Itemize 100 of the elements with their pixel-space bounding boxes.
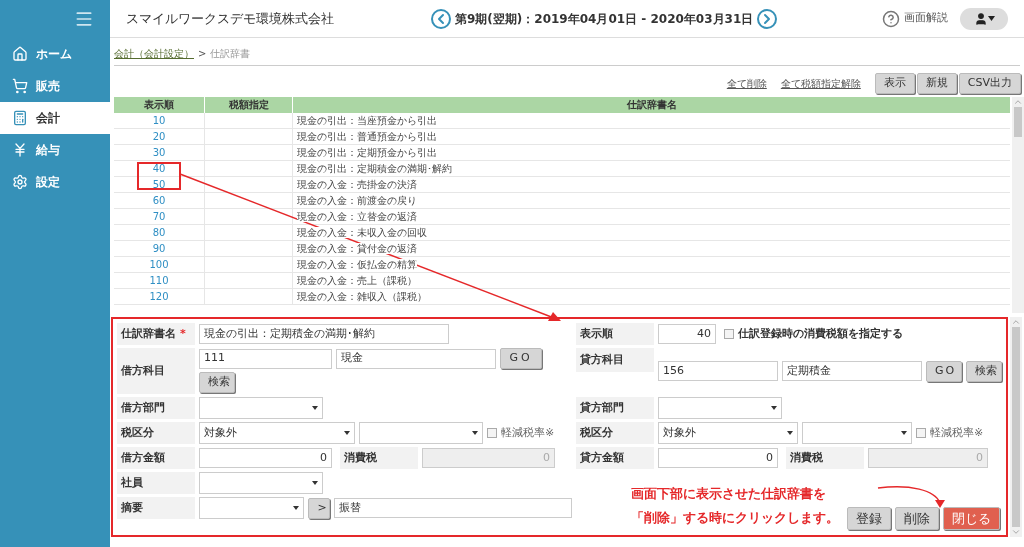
checkbox[interactable] (916, 428, 926, 438)
order-link[interactable]: 80 (114, 225, 204, 240)
table-cell: 現金の入金：仮払金の精算 (297, 259, 417, 270)
field-label: 借方部門 (117, 397, 195, 419)
order-link[interactable]: 40 (114, 161, 204, 176)
user-menu-button[interactable] (960, 7, 1008, 30)
order-link[interactable]: 30 (114, 145, 204, 160)
table-cell: 現金の入金：立替金の返済 (297, 211, 417, 222)
breadcrumb-link[interactable]: 会計（会計設定） (114, 46, 194, 61)
go-button[interactable]: GO (500, 348, 542, 369)
gear-icon (12, 174, 28, 190)
checkbox-label: 仕訳登録時の消費税額を指定する (738, 325, 903, 342)
curved-arrow (877, 486, 945, 508)
calculator-icon (12, 110, 28, 126)
breadcrumb-separator: > (198, 47, 207, 61)
action-button[interactable]: 登録 (847, 507, 891, 530)
input-field[interactable]: 現金 (336, 348, 496, 369)
user-icon (973, 11, 988, 26)
order-link[interactable]: 70 (114, 209, 204, 224)
field-label: 借方科目 (117, 348, 195, 394)
input-field[interactable]: 振替 (334, 498, 572, 518)
field-label: 貸方金額 (576, 447, 654, 469)
input-field[interactable]: 111 (199, 348, 332, 369)
action-button[interactable]: 削除 (895, 507, 939, 530)
order-link[interactable]: 20 (114, 129, 204, 144)
sidebar-item[interactable]: 設定 (0, 166, 110, 198)
dropdown[interactable] (658, 397, 782, 419)
dropdown[interactable]: 対象外 (658, 422, 798, 444)
input-field[interactable]: 156 (658, 361, 778, 381)
order-link[interactable]: 60 (114, 193, 204, 208)
column-header: 税額指定 (204, 97, 292, 113)
input-field[interactable]: 0 (658, 448, 778, 468)
toolbar-link[interactable]: 全て税額指定解除 (780, 75, 861, 91)
input-field[interactable]: 0 (199, 448, 332, 468)
scroll-thumb[interactable] (1012, 327, 1020, 527)
input-field[interactable]: 定期積金 (782, 361, 922, 381)
annotation-text: 「削除」する時にクリックします。 (631, 509, 839, 527)
scroll-thumb[interactable] (1014, 107, 1022, 137)
sidebar-item[interactable]: 販売 (0, 70, 110, 102)
toolbar-button[interactable]: CSV出力 (958, 72, 1021, 94)
scroll-up-icon[interactable] (1013, 97, 1023, 107)
sidebar-item[interactable]: 給与 (0, 134, 110, 166)
dropdown[interactable] (199, 497, 305, 519)
dropdown[interactable] (199, 472, 323, 494)
input-field[interactable]: 40 (658, 324, 716, 344)
column-header: 表示順 (143, 98, 175, 112)
order-link[interactable]: 50 (114, 177, 204, 192)
scroll-up-icon[interactable] (1011, 317, 1021, 327)
home-icon (12, 46, 28, 62)
toolbar-button[interactable]: 表示 (874, 72, 915, 94)
input-field[interactable]: 現金の引出：定期積金の満期･解約 (199, 324, 449, 344)
previous-period-icon[interactable] (431, 8, 451, 29)
sidebar-item[interactable]: ホーム (0, 38, 110, 70)
help-icon[interactable] (882, 9, 900, 28)
dropdown[interactable] (802, 422, 912, 444)
field-label: 借方金額 (117, 447, 195, 469)
scroll-down-icon[interactable] (1011, 527, 1021, 537)
breadcrumb-current: 仕訳辞書 (210, 47, 251, 61)
caret-icon (787, 431, 793, 435)
order-link[interactable]: 100 (114, 257, 204, 272)
highlight-box (137, 162, 181, 190)
yen-icon (12, 142, 28, 158)
dropdown[interactable] (359, 422, 483, 444)
order-link[interactable]: 110 (114, 273, 204, 288)
search-button[interactable]: 検索 (199, 372, 235, 393)
table-cell: 現金の引出：定期積金の満期･解約 (297, 163, 452, 174)
checkbox[interactable] (724, 329, 734, 339)
checkbox[interactable] (487, 428, 497, 438)
field-label: 消費税 (786, 447, 864, 469)
scrollbar[interactable] (1012, 97, 1024, 313)
go-button[interactable]: GO (926, 360, 962, 382)
table-cell: 現金の引出：当座預金から引出 (297, 115, 437, 126)
field-label: 税区分 (576, 422, 654, 444)
next-period-icon[interactable] (757, 8, 778, 29)
table-cell: 現金の入金：未収入金の回収 (297, 227, 427, 238)
toolbar-button[interactable]: 新規 (916, 72, 957, 94)
table-cell: 現金の引出：普通預金から引出 (297, 131, 437, 142)
dropdown[interactable]: 対象外 (199, 422, 355, 444)
order-link[interactable]: 10 (114, 113, 204, 128)
search-button[interactable]: 検索 (966, 360, 1002, 382)
caret-icon (987, 16, 995, 21)
caret-icon (771, 406, 777, 410)
menu-icon[interactable] (74, 9, 94, 29)
order-link[interactable]: 90 (114, 241, 204, 256)
table-cell: 現金の入金：売掛金の決済 (297, 179, 417, 190)
sidebar-item[interactable]: 会計 (0, 102, 110, 134)
help-link[interactable]: 画面解説 (904, 10, 948, 27)
annotation-text: 画面下部に表示させた仕訳辞書を (631, 485, 827, 503)
field-label: 社員 (117, 472, 195, 494)
insert-button[interactable]: > (308, 497, 331, 519)
field-label: 摘要 (117, 497, 195, 519)
field-label: 税区分 (117, 422, 195, 444)
field-label: 仕訳辞書名 * (117, 323, 195, 345)
scrollbar[interactable] (1010, 317, 1022, 537)
field-label: 貸方科目 (576, 348, 654, 372)
toolbar-link[interactable]: 全て削除 (726, 75, 767, 91)
table-cell: 現金の引出：定期預金から引出 (297, 147, 437, 158)
dropdown[interactable] (199, 397, 323, 419)
order-link[interactable]: 120 (114, 289, 204, 304)
action-button[interactable]: 閉じる (943, 507, 1000, 530)
